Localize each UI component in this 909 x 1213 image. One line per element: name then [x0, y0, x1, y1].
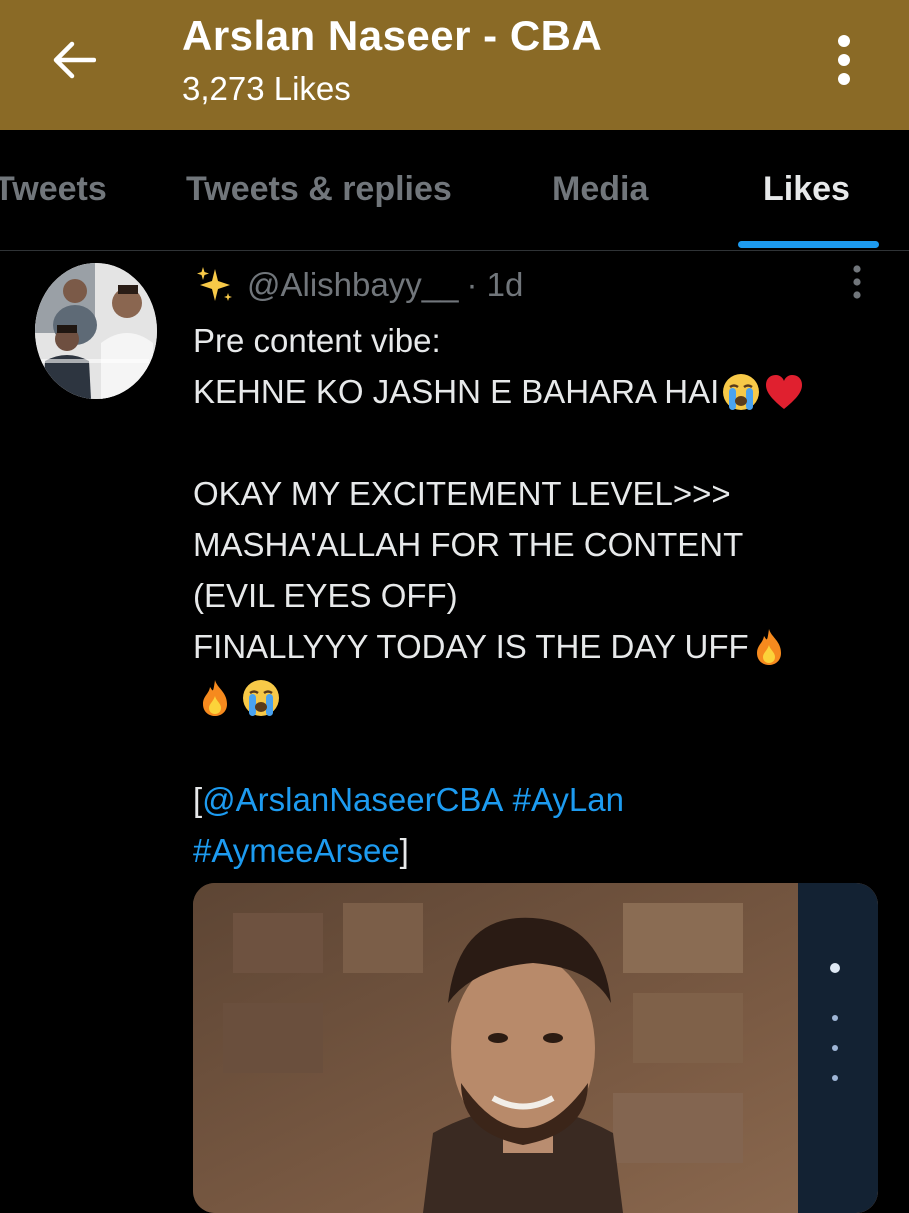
- tab-likes[interactable]: Likes: [763, 170, 850, 209]
- tweet-handle[interactable]: @Alishbayy__: [247, 266, 458, 304]
- tweet-line: (EVIL EYES OFF): [193, 570, 883, 621]
- tab-media[interactable]: Media: [552, 170, 648, 209]
- avatar[interactable]: [35, 263, 157, 399]
- back-button[interactable]: [38, 30, 108, 90]
- tweet-line: [@ArslanNaseerCBA #AyLan: [193, 774, 883, 825]
- mention-link[interactable]: @ArslanNaseerCBA: [202, 774, 503, 825]
- tweet-line: [193, 672, 883, 723]
- fire-icon: [203, 679, 227, 716]
- tweet-line: MASHA'ALLAH FOR THE CONTENT: [193, 519, 883, 570]
- sparkles-icon: [197, 267, 232, 301]
- tweet-line-text: KEHNE KO JASHN E BAHARA HAI: [193, 373, 720, 410]
- back-arrow-icon: [53, 41, 96, 79]
- tweet-line: FINALLYYY TODAY IS THE DAY UFF: [193, 621, 883, 672]
- hashtag-link[interactable]: #AyLan: [513, 774, 624, 825]
- tweet-line-text: OKAY MY EXCITEMENT LEVEL>>>: [193, 475, 731, 512]
- tweet-line-text: FINALLYYY TODAY IS THE DAY UFF: [193, 628, 749, 665]
- profile-title: Arslan Naseer - CBA: [182, 12, 603, 59]
- tweet-time: · 1d: [466, 266, 524, 303]
- bracket-text: [: [193, 781, 203, 818]
- tweet-line: Pre content vibe:: [193, 315, 883, 366]
- crying-face-icon: [243, 679, 279, 716]
- tab-tweets-replies[interactable]: Tweets & replies: [186, 170, 452, 209]
- tweet-line-text: Pre content vibe:: [193, 322, 441, 359]
- more-vertical-icon: [838, 35, 850, 85]
- crying-face-icon: [723, 373, 760, 410]
- tweet-line: OKAY MY EXCITEMENT LEVEL>>>: [193, 468, 883, 519]
- tweet-line-text: MASHA'ALLAH FOR THE CONTENT: [193, 526, 744, 563]
- space-text: [503, 774, 512, 825]
- media-image: [193, 883, 878, 1213]
- likes-count: 3,273 Likes: [182, 70, 351, 107]
- tweet-header: @Alishbayy__ · 1d: [195, 265, 523, 305]
- profile-header: Arslan Naseer - CBA 3,273 Likes: [0, 0, 909, 130]
- active-tab-indicator: [738, 241, 879, 248]
- tweet-more-button[interactable]: [842, 262, 872, 302]
- header-more-button[interactable]: [820, 30, 868, 90]
- hashtag-link[interactable]: #AymeeArsee: [193, 825, 400, 876]
- red-heart-icon: [766, 374, 803, 409]
- tweet-line: KEHNE KO JASHN E BAHARA HAI: [193, 366, 883, 417]
- tweet-line: #AymeeArsee]: [193, 825, 883, 876]
- bracket-text: ]: [399, 832, 409, 869]
- tweet-line-text: (EVIL EYES OFF): [193, 577, 458, 614]
- tweet-text: Pre content vibe: KEHNE KO JASHN E BAHAR…: [193, 315, 883, 876]
- tab-tweets[interactable]: Tweets: [0, 170, 107, 209]
- profile-tabs: Tweets Tweets & replies Media Likes: [0, 130, 909, 251]
- avatar-photo: [35, 263, 157, 399]
- fire-icon: [756, 628, 781, 665]
- more-vertical-icon: [853, 265, 861, 299]
- tweet-media[interactable]: [193, 883, 878, 1213]
